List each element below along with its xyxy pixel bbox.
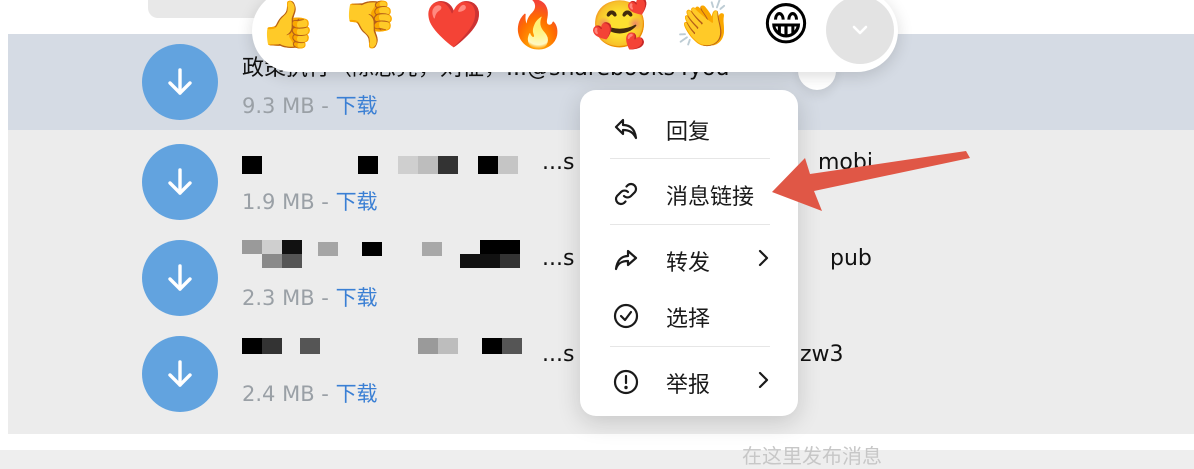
- meta-separator: -: [321, 190, 329, 214]
- menu-item-label: 举报: [666, 373, 711, 398]
- menu-item-select[interactable]: 选择: [580, 289, 798, 341]
- menu-item-forward[interactable]: 转发: [580, 233, 798, 285]
- reaction-bar: 👍 👎 ❤️ 🔥 🥰 👏 😁: [252, 0, 898, 72]
- arrow-down-icon: [168, 264, 192, 291]
- message-input[interactable]: [8, 434, 1194, 450]
- file-meta: 2.4 MB - 下载: [242, 378, 378, 408]
- menu-item-report[interactable]: 举报: [580, 355, 798, 407]
- chevron-right-icon: [758, 371, 769, 389]
- link-icon: [614, 182, 638, 206]
- file-size: 2.4 MB: [242, 382, 315, 406]
- download-link[interactable]: 下载: [336, 382, 378, 406]
- more-reactions-button[interactable]: [826, 0, 894, 64]
- menu-divider: [610, 346, 770, 347]
- download-link[interactable]: 下载: [336, 286, 378, 310]
- chevron-down-icon: [852, 25, 868, 35]
- meta-separator: -: [321, 286, 329, 310]
- file-name: ...s: [542, 342, 575, 367]
- menu-item-label: 选择: [666, 307, 711, 332]
- thumbs-down-icon[interactable]: 👎: [338, 0, 402, 56]
- menu-item-label: 回复: [666, 120, 711, 145]
- forward-icon: [614, 249, 638, 271]
- file-meta: 9.3 MB - 下载: [242, 90, 378, 120]
- meta-separator: -: [321, 382, 329, 406]
- meta-separator: -: [321, 94, 329, 118]
- menu-divider: [610, 224, 770, 225]
- red-heart-icon[interactable]: ❤️: [422, 0, 486, 56]
- arrow-down-icon: [168, 168, 192, 195]
- download-link[interactable]: 下载: [336, 94, 378, 118]
- clapping-hands-icon[interactable]: 👏: [672, 0, 736, 56]
- file-name: ...s: [542, 246, 575, 271]
- smiling-face-with-hearts-icon[interactable]: 🥰: [588, 0, 652, 56]
- fire-icon[interactable]: 🔥: [506, 0, 570, 56]
- left-gutter: [0, 0, 8, 450]
- download-button[interactable]: [142, 240, 218, 316]
- file-size: 1.9 MB: [242, 190, 315, 214]
- download-button[interactable]: [142, 336, 218, 412]
- thumbs-up-icon[interactable]: 👍: [256, 0, 320, 56]
- file-size: 2.3 MB: [242, 286, 315, 310]
- exclamation-circle-icon: [613, 369, 639, 395]
- download-button[interactable]: [142, 144, 218, 220]
- reply-icon: [614, 118, 638, 140]
- menu-item-label: 消息链接: [666, 185, 755, 210]
- grinning-face-icon[interactable]: 😁: [754, 0, 818, 56]
- check-circle-icon: [613, 303, 639, 329]
- file-extension: zw3: [800, 342, 844, 367]
- file-extension: mobi: [818, 150, 873, 175]
- message-input-placeholder: 在这里发布消息: [742, 444, 882, 468]
- menu-item-message-link[interactable]: 消息链接: [580, 167, 798, 219]
- file-meta: 1.9 MB - 下载: [242, 186, 378, 216]
- menu-item-label: 转发: [666, 251, 711, 276]
- menu-divider: [610, 158, 770, 159]
- file-name: ...s: [542, 150, 575, 175]
- arrow-down-icon: [168, 68, 192, 95]
- file-extension: pub: [830, 246, 872, 271]
- menu-item-reply[interactable]: 回复: [580, 102, 798, 154]
- download-link[interactable]: 下载: [336, 190, 378, 214]
- file-size: 9.3 MB: [242, 94, 315, 118]
- context-menu: 回复 消息链接 转发 选择 举报: [580, 90, 798, 416]
- arrow-down-icon: [168, 360, 192, 387]
- download-button[interactable]: [142, 44, 218, 120]
- chevron-right-icon: [758, 249, 769, 267]
- file-meta: 2.3 MB - 下载: [242, 282, 378, 312]
